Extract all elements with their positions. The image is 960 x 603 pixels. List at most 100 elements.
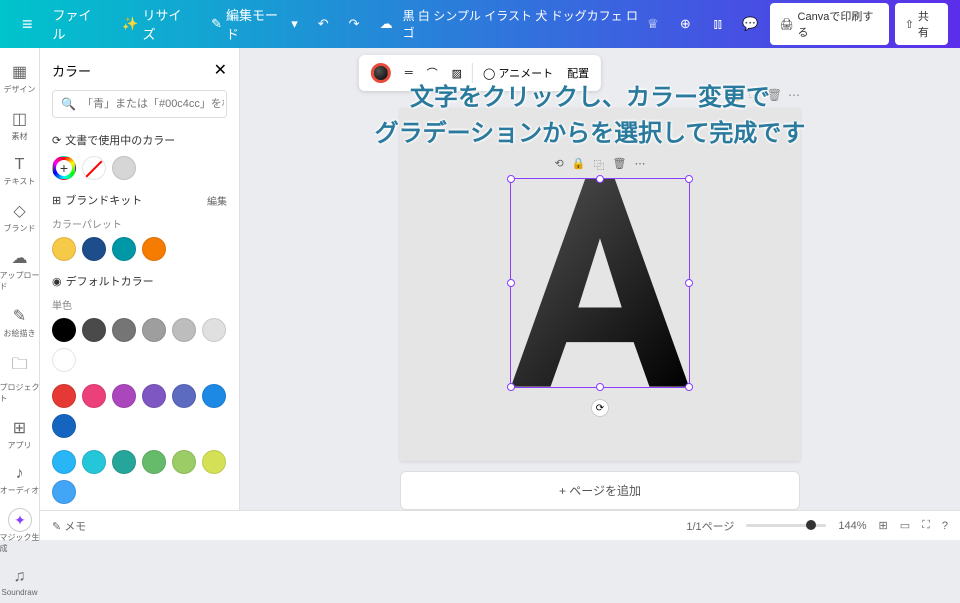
resize-handle[interactable] <box>507 383 515 391</box>
floating-toolbar: ⟲ 🔒 ⿻ 🗑 ⋯ <box>555 157 646 173</box>
brand-kit-edit[interactable]: 編集 <box>207 193 227 208</box>
rail-text[interactable]: Tテキスト <box>0 150 40 193</box>
float-icon[interactable]: 🗑 <box>612 157 626 173</box>
page-delete-icon[interactable]: 🗑 <box>767 88 782 105</box>
resize-handle[interactable] <box>507 279 515 287</box>
no-color-swatch[interactable] <box>82 156 106 180</box>
resize-handle[interactable] <box>685 383 693 391</box>
brand-kit-header: ⊞ブランドキット <box>52 192 142 208</box>
solid-swatches-2 <box>52 384 227 438</box>
rail-upload[interactable]: ☁アップロード <box>0 242 40 298</box>
palette-label: カラーパレット <box>52 216 227 231</box>
left-rail: ▦デザイン ◫素材 Tテキスト ◇ブランド ☁アップロード ✎お絵描き 🗀プロジ… <box>0 48 40 540</box>
canvas-page[interactable]: 🔒 ⿻ 🗑 ⋯ ⟲ 🔒 ⿻ 🗑 ⋯ ⟳ <box>400 108 800 461</box>
rail-brand[interactable]: ◇ブランド <box>0 195 40 240</box>
color-swatch[interactable] <box>172 318 196 342</box>
color-swatch[interactable] <box>202 318 226 342</box>
float-icon[interactable]: ⟲ <box>555 157 564 173</box>
solid-swatches-3 <box>52 450 227 504</box>
rail-design[interactable]: ▦デザイン <box>0 56 40 101</box>
letter-a-shape[interactable] <box>511 179 689 387</box>
color-swatch[interactable] <box>112 450 136 474</box>
zoom-level[interactable]: 144% <box>838 520 866 532</box>
zoom-slider[interactable] <box>746 524 826 527</box>
top-menu-bar: ≡ ファイル ✨リサイズ ✎編集モード▾ ↶ ↷ ☁ 黒 白 シンプル イラスト… <box>0 0 960 48</box>
color-swatch[interactable] <box>112 318 136 342</box>
add-color-swatch[interactable] <box>52 156 76 180</box>
color-search[interactable]: 🔍 <box>52 90 227 118</box>
float-icon[interactable]: 🔒 <box>572 157 586 173</box>
redo-button[interactable]: ↷ <box>339 16 370 32</box>
grid-view-icon[interactable]: ⊞ <box>879 519 888 532</box>
color-swatch[interactable] <box>172 384 196 408</box>
rail-soundraw[interactable]: ♫Soundraw <box>0 562 40 603</box>
thumbnail-view-icon[interactable]: ▭ <box>900 519 910 532</box>
notes-button[interactable]: ✎ メモ <box>52 518 86 534</box>
print-button[interactable]: 🖨Canvaで印刷する <box>770 3 889 45</box>
color-swatch[interactable] <box>52 318 76 342</box>
bottom-bar: ✎ メモ 1/1ページ 144% ⊞ ▭ ⛶ ? <box>40 510 960 540</box>
color-swatch[interactable] <box>82 450 106 474</box>
resize-handle[interactable] <box>685 279 693 287</box>
crown-icon[interactable]: ♕ <box>640 10 667 38</box>
cloud-sync-icon: ☁ <box>370 16 403 32</box>
fullscreen-icon[interactable]: ⛶ <box>922 519 930 532</box>
color-swatch[interactable] <box>112 237 136 261</box>
analytics-icon[interactable]: ⫾⫾ <box>705 10 732 38</box>
color-swatch[interactable] <box>112 384 136 408</box>
color-swatch[interactable] <box>142 384 166 408</box>
add-page-button[interactable]: + ページを追加 <box>400 471 800 510</box>
file-menu[interactable]: ファイル <box>43 5 113 43</box>
float-icon[interactable]: ⿻ <box>593 157 604 173</box>
solid-swatches-1 <box>52 318 227 372</box>
canvas-area: 🔒 ⿻ 🗑 ⋯ ⟲ 🔒 ⿻ 🗑 ⋯ ⟳ <box>240 48 960 510</box>
resize-menu[interactable]: ✨リサイズ <box>112 5 201 43</box>
panel-close[interactable]: ✕ <box>214 60 227 80</box>
edit-mode-menu[interactable]: ✎編集モード▾ <box>201 5 308 43</box>
color-swatch[interactable] <box>52 384 76 408</box>
document-title[interactable]: 黒 白 シンプル イラスト 犬 ドッグカフェ ロゴ <box>403 7 640 41</box>
rail-audio[interactable]: ♪オーディオ <box>0 459 40 502</box>
resize-handle[interactable] <box>685 175 693 183</box>
help-icon[interactable]: ? <box>942 520 948 532</box>
ai-sparkle-button[interactable]: ✦ <box>8 508 32 532</box>
rail-project[interactable]: 🗀プロジェクト <box>0 347 40 410</box>
float-icon[interactable]: ⋯ <box>634 157 645 173</box>
resize-handle[interactable] <box>596 383 604 391</box>
panel-title: カラー <box>52 61 91 80</box>
collab-icon[interactable]: ⊕ <box>672 10 699 38</box>
color-swatch[interactable] <box>82 318 106 342</box>
resize-handle[interactable] <box>507 175 515 183</box>
color-swatch[interactable] <box>52 237 76 261</box>
page-counter[interactable]: 1/1ページ <box>686 518 734 534</box>
color-swatch[interactable] <box>52 480 76 504</box>
page-more-icon[interactable]: ⋯ <box>788 88 800 105</box>
color-swatch[interactable] <box>142 237 166 261</box>
color-swatch[interactable] <box>82 237 106 261</box>
color-swatch[interactable] <box>142 318 166 342</box>
color-swatch[interactable] <box>52 348 76 372</box>
rotate-handle[interactable]: ⟳ <box>591 399 609 417</box>
undo-button[interactable]: ↶ <box>308 16 339 32</box>
color-swatch[interactable] <box>202 384 226 408</box>
color-swatch[interactable] <box>202 450 226 474</box>
selection-box[interactable]: ⟲ 🔒 ⿻ 🗑 ⋯ ⟳ <box>510 178 690 388</box>
comment-icon[interactable]: 💬 <box>737 10 764 38</box>
page-lock-icon[interactable]: 🔒 <box>728 88 743 105</box>
rail-elements[interactable]: ◫素材 <box>0 103 40 148</box>
page-duplicate-icon[interactable]: ⿻ <box>749 88 761 105</box>
hamburger-menu[interactable]: ≡ <box>12 14 43 35</box>
share-button[interactable]: ⇧共有 <box>895 3 948 45</box>
rail-apps[interactable]: ⊞アプリ <box>0 412 40 457</box>
color-swatch[interactable] <box>172 450 196 474</box>
resize-handle[interactable] <box>596 175 604 183</box>
color-swatch[interactable] <box>52 414 76 438</box>
rail-draw[interactable]: ✎お絵描き <box>0 300 40 345</box>
solid-label: 単色 <box>52 297 227 312</box>
color-search-input[interactable] <box>82 98 224 110</box>
color-swatch[interactable] <box>142 450 166 474</box>
color-swatch[interactable] <box>112 156 136 180</box>
color-swatch[interactable] <box>52 450 76 474</box>
color-panel: カラー ✕ 🔍 ⟳文書で使用中のカラー ⊞ブランドキット編集 カラーパレット ◉… <box>40 48 240 540</box>
color-swatch[interactable] <box>82 384 106 408</box>
